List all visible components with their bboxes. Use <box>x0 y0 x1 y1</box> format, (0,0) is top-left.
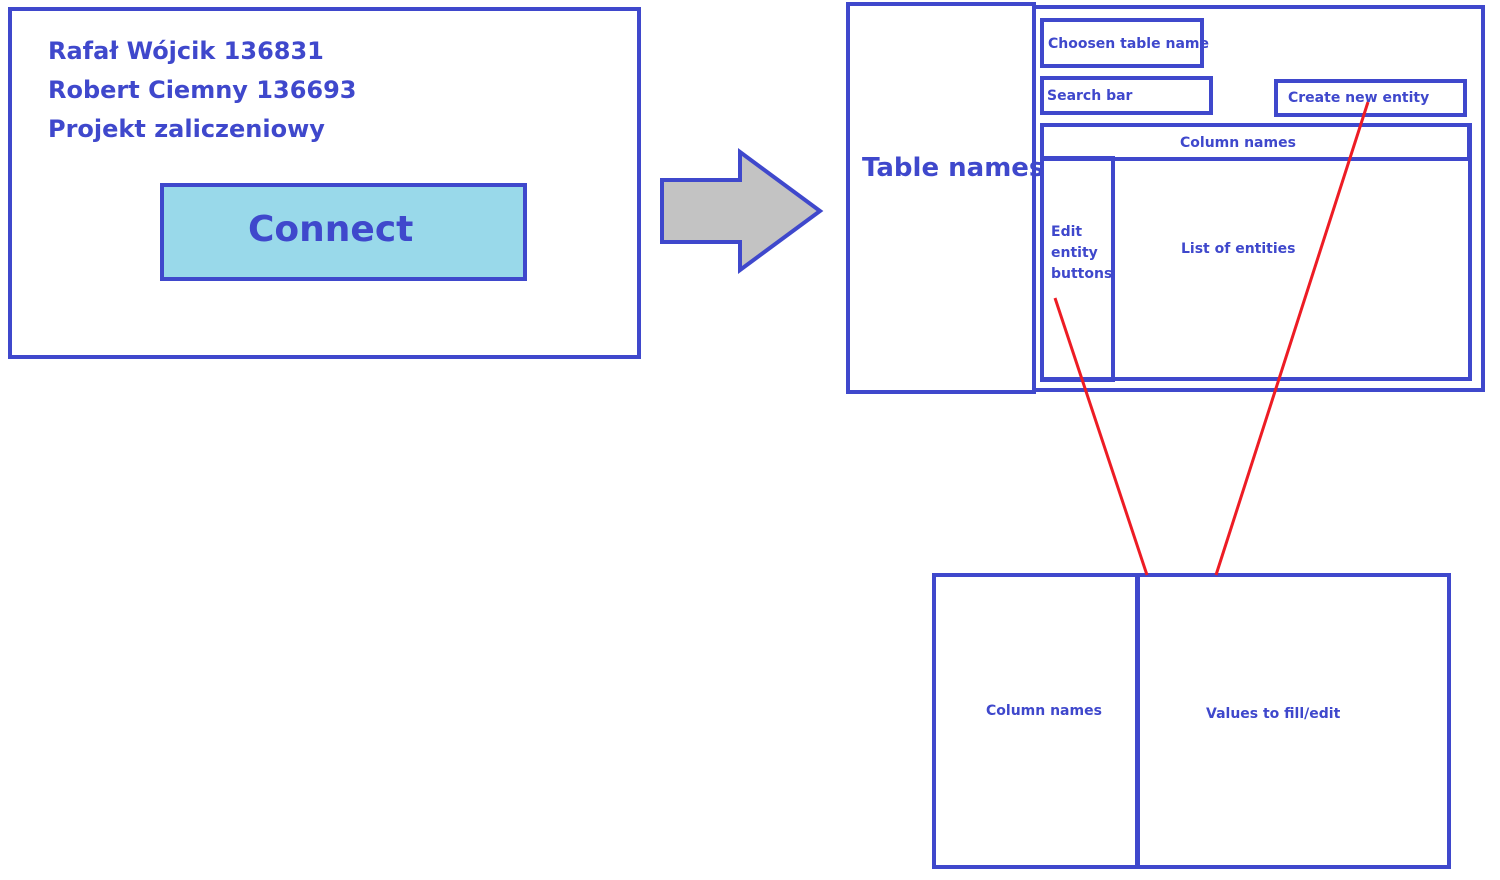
create-connector-line <box>1214 101 1370 576</box>
connector-lines <box>1053 101 1370 576</box>
edit-connector-line <box>1053 297 1149 576</box>
